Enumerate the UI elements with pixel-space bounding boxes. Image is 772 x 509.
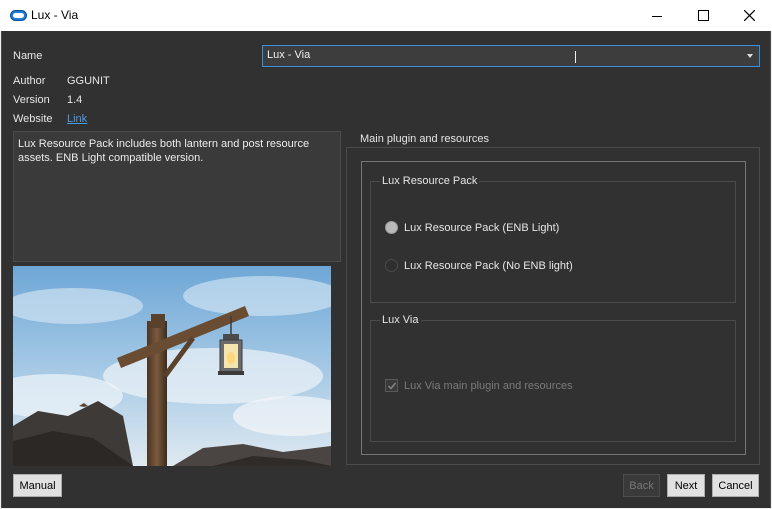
name-label: Name <box>13 50 43 62</box>
radio-enb-light[interactable] <box>385 221 398 234</box>
lux-via-checkbox-label[interactable]: Lux Via main plugin and resources <box>404 380 573 392</box>
radio-no-enb-light[interactable] <box>385 259 398 272</box>
lux-via-group-title: Lux Via <box>380 314 421 326</box>
check-icon <box>387 382 396 390</box>
lux-via-checkbox[interactable] <box>385 379 398 392</box>
close-icon <box>743 10 755 21</box>
pill-icon <box>10 10 27 21</box>
manual-button[interactable]: Manual <box>13 474 62 497</box>
author-label: Author <box>13 75 46 87</box>
description-text: Lux Resource Pack includes both lantern … <box>18 138 310 164</box>
maximize-icon <box>697 10 709 21</box>
minimize-button[interactable] <box>634 0 680 31</box>
chevron-down-icon[interactable] <box>747 54 753 58</box>
website-label: Website <box>13 113 53 125</box>
back-button[interactable]: Back <box>623 474 660 497</box>
cancel-button[interactable]: Cancel <box>712 474 759 497</box>
name-combobox[interactable]: Lux - Via <box>262 45 760 67</box>
text-caret <box>575 51 576 63</box>
resource-pack-group-title: Lux Resource Pack <box>380 175 480 187</box>
main-group-title: Main plugin and resources <box>358 133 492 145</box>
radio-enb-light-label[interactable]: Lux Resource Pack (ENB Light) <box>404 222 559 234</box>
website-link[interactable]: Link <box>67 113 87 125</box>
title-bar: Lux - Via <box>0 0 772 31</box>
author-value: GGUNIT <box>67 75 110 87</box>
name-value: Lux - Via <box>267 49 311 61</box>
radio-no-enb-light-label[interactable]: Lux Resource Pack (No ENB light) <box>404 260 573 272</box>
description-box: Lux Resource Pack includes both lantern … <box>13 131 341 262</box>
version-value: 1.4 <box>67 94 83 106</box>
resource-pack-group <box>370 181 736 303</box>
version-label: Version <box>13 94 50 106</box>
minimize-icon <box>652 15 662 17</box>
close-button[interactable] <box>726 0 772 31</box>
next-button[interactable]: Next <box>667 474 705 497</box>
maximize-button[interactable] <box>680 0 726 31</box>
window-title: Lux - Via <box>31 8 79 22</box>
preview-image <box>13 266 331 466</box>
